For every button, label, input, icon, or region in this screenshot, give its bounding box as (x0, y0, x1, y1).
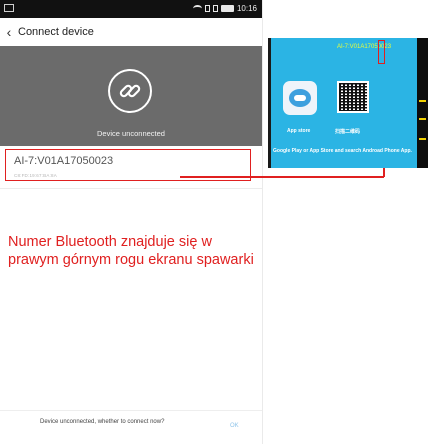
status-time: 10:16 (236, 4, 257, 13)
status-icons: 10:16 (192, 4, 257, 13)
welder-screen: AI-7:V01A17050023 App store 扫描二维码 Google… (271, 38, 417, 168)
qr-label: 扫描二维码 (335, 129, 361, 135)
sim-icon (204, 5, 210, 12)
annotation-text: Numer Bluetooth znajduje się w prawym gó… (8, 234, 254, 268)
connect-prompt-message: Device unconnected, whether to connect n… (40, 419, 165, 425)
connection-banner: Device unconnected (0, 46, 262, 146)
app-store-label: App store (287, 128, 311, 134)
sim-icon-2 (212, 5, 218, 12)
app-header: ‹ Connect device (0, 18, 262, 47)
app-logo-icon (283, 81, 317, 115)
battery-icon (220, 5, 234, 12)
welder-instruction: Google Play or App Store and search Andr… (273, 148, 412, 154)
status-bar: 10:16 (0, 0, 262, 18)
side-indicator (419, 100, 426, 102)
welder-display: AI-7:V01A17050023 App store 扫描二维码 Google… (268, 38, 428, 168)
back-chevron-icon[interactable]: ‹ (0, 18, 18, 46)
wifi-icon (192, 5, 202, 12)
side-indicator-2 (419, 118, 426, 120)
side-indicator-3 (419, 138, 426, 140)
ok-button[interactable]: OK (230, 423, 239, 429)
connection-status-text: Device unconnected (97, 129, 165, 138)
notification-icon (4, 4, 14, 12)
phone-screen: 10:16 ‹ Connect device Device unconnecte… (0, 0, 263, 444)
qr-code-icon (337, 81, 369, 113)
device-id-highlight (378, 40, 385, 64)
link-chain-icon (108, 69, 152, 113)
welder-side-panel (417, 38, 428, 168)
connect-prompt-bar: Device unconnected, whether to connect n… (0, 410, 262, 444)
connector-line-horizontal (180, 176, 384, 178)
page-title: Connect device (18, 26, 94, 38)
